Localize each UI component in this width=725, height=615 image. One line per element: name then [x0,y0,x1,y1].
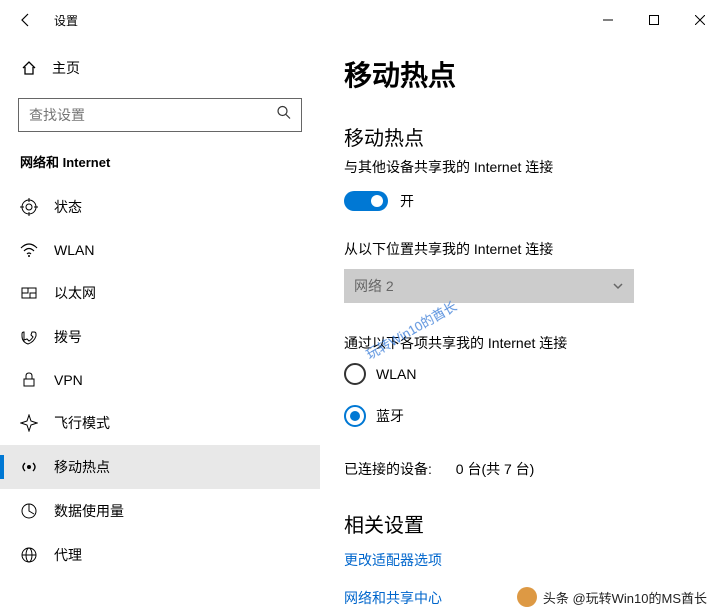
nav-airplane[interactable]: 飞行模式 [0,401,320,445]
connected-label: 已连接的设备: [344,461,432,477]
radio-wlan[interactable]: WLAN [344,363,701,385]
proxy-icon [20,546,38,564]
page-title: 移动热点 [344,54,701,94]
nav-label: WLAN [54,242,94,258]
nav-dialup[interactable]: 拨号 [0,315,320,359]
dropdown-value: 网络 2 [354,276,394,296]
maximize-icon [649,15,659,25]
data-icon [20,502,38,520]
home-icon [20,59,38,77]
nav-wlan[interactable]: WLAN [0,229,320,271]
radio-input [344,405,366,427]
maximize-button[interactable] [631,4,677,36]
hotspot-heading: 移动热点 [344,122,701,151]
chevron-down-icon [612,280,624,292]
search-icon [276,105,292,126]
sidebar: 主页 网络和 Internet 状态 WLAN 以太网 拨号 VPN [0,40,320,615]
hotspot-icon [20,458,38,476]
content: 移动热点 移动热点 与其他设备共享我的 Internet 连接 开 从以下位置共… [320,40,725,615]
close-icon [695,15,705,25]
nav-label: VPN [54,372,83,388]
minimize-icon [603,15,613,25]
wifi-icon [20,241,38,259]
search-wrap [18,98,302,132]
hotspot-toggle[interactable] [344,191,388,211]
nav-ethernet[interactable]: 以太网 [0,271,320,315]
window-title: 设置 [54,12,78,29]
credit-text: 头条 @玩转Win10的MS酋长 [543,588,707,607]
nav-label: 飞行模式 [54,413,110,433]
avatar-icon [517,587,537,607]
ethernet-icon [20,284,38,302]
search-input[interactable] [18,98,302,132]
nav-status[interactable]: 状态 [0,185,320,229]
home-label: 主页 [52,58,80,78]
arrow-left-icon [18,12,34,28]
nav-label: 拨号 [54,327,82,347]
category-heading: 网络和 Internet [0,152,320,185]
minimize-button[interactable] [585,4,631,36]
footer-credit: 头条 @玩转Win10的MS酋长 [517,587,707,607]
nav-label: 数据使用量 [54,501,124,521]
radio-label: 蓝牙 [376,406,404,426]
nav-proxy[interactable]: 代理 [0,533,320,577]
airplane-icon [20,414,38,432]
nav-label: 移动热点 [54,457,110,477]
hotspot-desc: 与其他设备共享我的 Internet 连接 [344,157,701,177]
nav-label: 代理 [54,545,82,565]
nav-label: 状态 [54,197,82,217]
nav-label: 以太网 [54,283,96,303]
radio-input [344,363,366,385]
status-icon [20,198,38,216]
close-button[interactable] [677,4,723,36]
toggle-label: 开 [400,191,414,211]
nav-datausage[interactable]: 数据使用量 [0,489,320,533]
vpn-icon [20,371,38,389]
dialup-icon [20,328,38,346]
home-link[interactable]: 主页 [0,50,320,86]
radio-bluetooth[interactable]: 蓝牙 [344,405,701,427]
nav-vpn[interactable]: VPN [0,359,320,401]
connected-value: 0 台(共 7 台) [456,461,535,477]
link-adapter-options[interactable]: 更改适配器选项 [344,550,701,570]
related-heading: 相关设置 [344,509,701,538]
connected-devices: 已连接的设备: 0 台(共 7 台) [344,459,701,479]
share-from-label: 从以下位置共享我的 Internet 连接 [344,239,701,259]
share-from-dropdown[interactable]: 网络 2 [344,269,634,303]
nav-hotspot[interactable]: 移动热点 [0,445,320,489]
radio-label: WLAN [376,366,416,382]
back-button[interactable] [16,10,36,30]
share-via-label: 通过以下各项共享我的 Internet 连接 [344,333,701,353]
titlebar: 设置 [0,0,725,40]
